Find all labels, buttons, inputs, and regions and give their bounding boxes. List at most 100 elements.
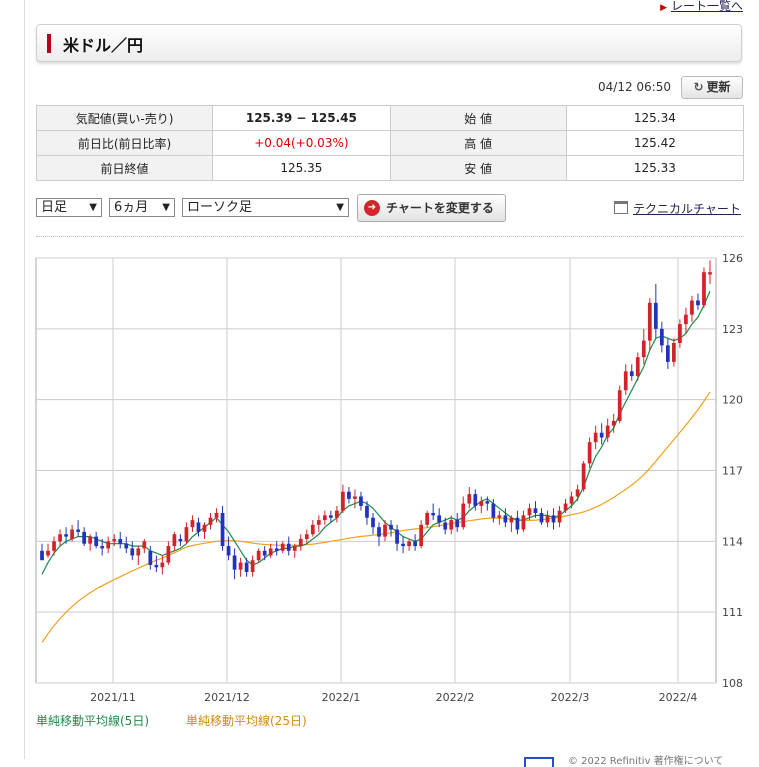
- candle-body: [413, 541, 417, 547]
- candle-body: [274, 548, 279, 551]
- candle-body: [280, 543, 285, 551]
- candle-body: [220, 513, 225, 547]
- candle-body: [298, 538, 303, 547]
- candle-body: [407, 541, 411, 547]
- candle-body: [250, 560, 255, 573]
- candle-body: [539, 513, 544, 523]
- candle-body: [569, 496, 574, 504]
- x-tick-label: 2022/1: [322, 691, 361, 704]
- y-tick-label: 114: [722, 535, 743, 548]
- candle-body: [659, 328, 664, 346]
- candle-body: [557, 510, 562, 523]
- candle-body: [310, 524, 315, 535]
- candle-body: [100, 546, 105, 549]
- candle-body: [653, 302, 658, 329]
- candle-body: [64, 534, 68, 537]
- candle-body: [401, 543, 405, 547]
- candle-body: [268, 548, 273, 556]
- candle-body: [371, 517, 375, 528]
- x-tick-label: 2021/12: [204, 691, 250, 704]
- candle-body: [629, 371, 634, 377]
- candle-body: [112, 538, 117, 542]
- candle-body: [383, 524, 387, 537]
- candle-body: [142, 541, 147, 549]
- candle-body: [226, 546, 231, 556]
- legend-ma5: 単純移動平均線(5日): [36, 714, 149, 728]
- candle-body: [527, 508, 532, 516]
- candle-body: [690, 300, 694, 315]
- candle-body: [316, 520, 321, 525]
- candle-body: [647, 302, 652, 341]
- candle-body: [335, 510, 339, 518]
- candle-body: [76, 529, 80, 532]
- candle-body: [389, 524, 393, 530]
- candle-body: [425, 513, 430, 525]
- candle-body: [208, 517, 213, 525]
- candlestick-chart: 108 111 114 117 120 123 126 2021/11 2021/12 2022/…: [35, 252, 743, 704]
- candle-body: [118, 538, 123, 544]
- candle-body: [708, 272, 712, 275]
- candle-body: [623, 371, 628, 391]
- candle-body: [154, 564, 159, 568]
- candle-body: [88, 536, 93, 544]
- y-tick-label: 126: [722, 252, 743, 265]
- candle-body: [672, 343, 676, 362]
- candle-body: [395, 529, 399, 544]
- copyright-text: © 2022 Refinitiv 著作権について: [568, 756, 724, 767]
- candle-body: [551, 515, 556, 523]
- x-tick-label: 2022/3: [551, 691, 590, 704]
- candle-body: [617, 390, 622, 421]
- candle-body: [196, 522, 201, 532]
- candle-body: [353, 496, 357, 499]
- candle-body: [106, 541, 111, 549]
- candle-body: [485, 501, 490, 504]
- candle-body: [40, 550, 44, 561]
- candle-body: [533, 508, 538, 513]
- candle-body: [545, 515, 550, 523]
- y-tick-label: 123: [722, 323, 743, 336]
- y-tick-label: 111: [722, 606, 743, 619]
- candle-body: [256, 550, 261, 561]
- legend-ma25: 単純移動平均線(25日): [186, 714, 307, 728]
- candle-body: [635, 357, 640, 377]
- candle-body: [136, 548, 141, 556]
- candle-body: [130, 548, 135, 556]
- candle-body: [587, 442, 592, 464]
- candle-body: [262, 550, 267, 556]
- candle-body: [124, 543, 129, 549]
- candle-body: [563, 503, 568, 511]
- candle-body: [419, 524, 423, 547]
- candle-body: [94, 536, 99, 547]
- candle-body: [503, 515, 508, 523]
- x-tick-label: 2022/2: [436, 691, 475, 704]
- candle-body: [467, 494, 472, 504]
- candle-body: [479, 501, 484, 506]
- candle-body: [172, 534, 177, 547]
- candle-body: [449, 520, 454, 530]
- candle-body: [166, 546, 171, 563]
- candle-body: [286, 543, 291, 551]
- candle-body: [509, 517, 514, 523]
- candle-body: [641, 340, 646, 358]
- candle-body: [232, 555, 237, 570]
- candle-body: [341, 491, 345, 511]
- candle-body: [322, 515, 327, 521]
- candle-body: [473, 494, 478, 506]
- y-tick-label: 108: [722, 677, 743, 690]
- candle-body: [244, 562, 249, 573]
- candle-body: [461, 503, 466, 528]
- candle-body: [443, 522, 448, 530]
- y-tick-label: 117: [722, 465, 743, 478]
- candle-body: [593, 432, 598, 443]
- candle-body: [455, 520, 460, 528]
- candle-body: [238, 562, 243, 570]
- copyright-footer: © 2022 Refinitiv 著作権について: [524, 752, 723, 767]
- candle-body: [82, 531, 86, 544]
- x-tick-label: 2021/11: [90, 691, 136, 704]
- candle-body: [347, 491, 351, 499]
- candle-body: [304, 534, 309, 539]
- candle-body: [515, 517, 520, 530]
- candle-body: [184, 527, 189, 542]
- y-tick-label: 120: [722, 394, 743, 407]
- candle-body: [160, 562, 165, 568]
